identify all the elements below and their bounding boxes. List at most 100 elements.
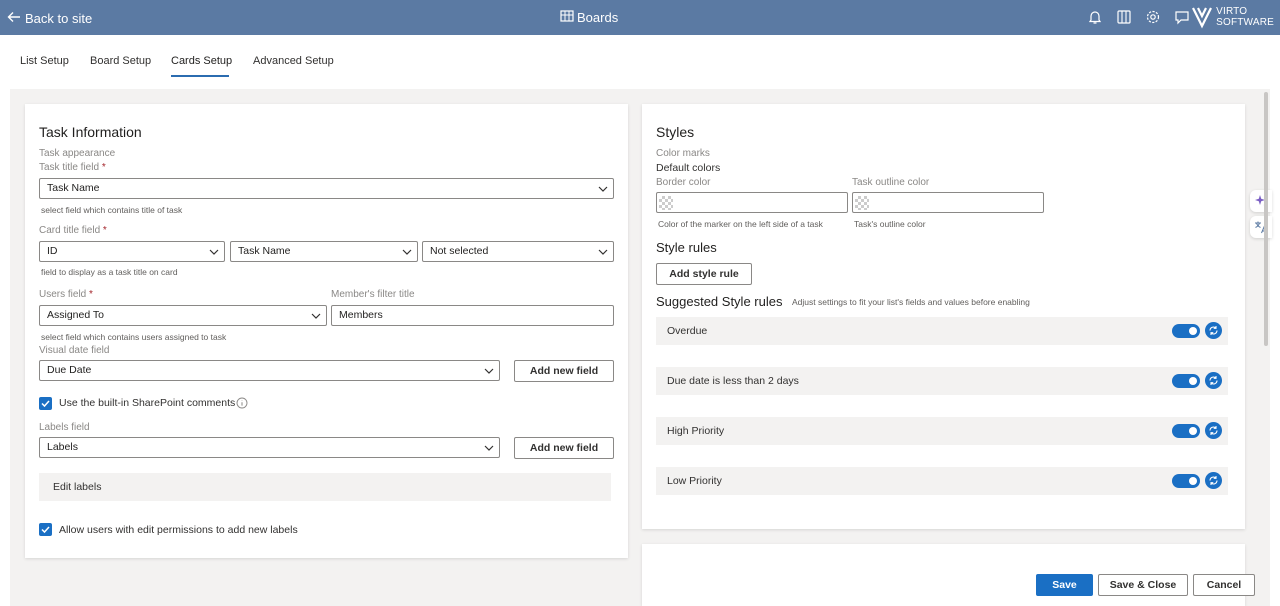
visual-date-field-dropdown[interactable]: Due Date	[39, 360, 500, 381]
border-color-picker[interactable]	[656, 192, 848, 213]
cancel-button[interactable]: Cancel	[1193, 574, 1255, 596]
card-title-field-dropdown-1[interactable]: ID	[39, 241, 225, 262]
back-to-site-link[interactable]: Back to site	[6, 9, 92, 28]
bell-icon[interactable]	[1087, 9, 1103, 25]
style-rule-row: Low Priority	[656, 467, 1228, 495]
ai-assistant-button[interactable]	[1250, 190, 1272, 212]
refresh-icon[interactable]	[1205, 372, 1222, 389]
add-new-labels-field-button[interactable]: Add new field	[514, 437, 614, 459]
suggested-style-rules-title: Suggested Style rules	[656, 294, 783, 309]
refresh-icon[interactable]	[1205, 472, 1222, 489]
translate-button[interactable]	[1250, 216, 1272, 238]
info-icon[interactable]	[236, 397, 248, 409]
transparent-swatch-icon	[855, 196, 869, 210]
card-title-field-value-3: Not selected	[430, 245, 489, 257]
users-field-dropdown[interactable]: Assigned To	[39, 305, 327, 326]
top-bar: Back to site Boards VIRTO SOFTWARE	[0, 0, 1280, 35]
chevron-down-icon	[484, 443, 494, 453]
tab-list-setup[interactable]: List Setup	[20, 55, 69, 67]
setup-tabs: List Setup Board Setup Cards Setup Advan…	[0, 35, 1280, 89]
tab-board-setup[interactable]: Board Setup	[90, 55, 151, 67]
task-title-field-dropdown[interactable]: Task Name	[39, 178, 614, 199]
edit-labels-section[interactable]: Edit labels	[39, 473, 611, 501]
logo-line-2: SOFTWARE	[1216, 17, 1274, 28]
style-rules-title: Style rules	[656, 240, 717, 255]
add-style-rule-button[interactable]: Add style rule	[656, 263, 752, 285]
boards-icon	[560, 9, 574, 26]
style-rule-toggle[interactable]	[1172, 474, 1200, 488]
style-rule-toggle[interactable]	[1172, 324, 1200, 338]
chevron-down-icon	[484, 366, 494, 376]
styles-title: Styles	[656, 124, 695, 140]
checkmark-icon	[41, 400, 50, 408]
active-tab-indicator	[171, 75, 229, 77]
app-title-label: Boards	[577, 10, 619, 25]
style-rule-label: Overdue	[667, 325, 708, 337]
labels-field-value: Labels	[47, 441, 78, 453]
chevron-down-icon	[402, 247, 412, 257]
arrow-left-icon	[6, 9, 22, 28]
style-rule-row: Overdue	[656, 317, 1228, 345]
card-title-field-dropdown-2[interactable]: Task Name	[230, 241, 418, 262]
default-colors-label: Default colors	[656, 162, 721, 174]
card-title-field-value-2: Task Name	[238, 245, 291, 257]
visual-date-field-label: Visual date field	[39, 345, 110, 356]
back-label: Back to site	[25, 11, 93, 26]
outline-color-label: Task outline color	[852, 177, 930, 188]
style-rule-toggle[interactable]	[1172, 424, 1200, 438]
outline-color-picker[interactable]	[852, 192, 1044, 213]
card-title-field-label: Card title field *	[39, 225, 107, 236]
outline-color-hint: Task's outline color	[854, 219, 926, 229]
task-appearance-label: Task appearance	[39, 148, 116, 159]
users-field-hint: select field which contains users assign…	[41, 332, 227, 342]
labels-field-label: Labels field	[39, 422, 90, 433]
add-new-date-field-button[interactable]: Add new field	[514, 360, 614, 382]
sharepoint-comments-checkbox[interactable]	[39, 397, 52, 410]
card-title-field-hint: field to display as a task title on card	[41, 267, 178, 277]
style-rule-row: Due date is less than 2 days	[656, 367, 1228, 395]
gear-icon[interactable]	[1145, 9, 1161, 25]
refresh-icon[interactable]	[1205, 422, 1222, 439]
book-icon[interactable]	[1116, 9, 1132, 25]
users-field-label: Users field *	[39, 289, 93, 300]
virto-logo: VIRTO SOFTWARE	[1191, 5, 1274, 29]
border-color-hint: Color of the marker on the left side of …	[658, 219, 823, 229]
style-rule-label: High Priority	[667, 425, 725, 437]
task-information-panel: Task Information Task appearance Task ti…	[25, 104, 628, 558]
style-rule-label: Due date is less than 2 days	[667, 375, 799, 387]
sharepoint-comments-label: Use the built-in SharePoint comments	[59, 397, 236, 409]
logo-line-1: VIRTO	[1216, 6, 1248, 17]
visual-date-field-value: Due Date	[47, 364, 92, 376]
task-title-field-hint: select field which contains title of tas…	[41, 205, 183, 215]
border-color-label: Border color	[656, 177, 711, 188]
member-filter-input[interactable]: Members	[331, 305, 614, 326]
virto-logo-icon	[1192, 7, 1213, 29]
transparent-swatch-icon	[659, 196, 673, 210]
tab-cards-setup[interactable]: Cards Setup	[171, 55, 232, 67]
style-rule-toggle[interactable]	[1172, 374, 1200, 388]
styles-panel: Styles Color marks Default colors Border…	[642, 104, 1245, 529]
scrollbar[interactable]	[1264, 92, 1268, 346]
content-area: Task Information Task appearance Task ti…	[10, 89, 1270, 606]
member-filter-value: Members	[339, 309, 383, 321]
style-rule-label: Low Priority	[667, 475, 722, 487]
save-button[interactable]: Save	[1036, 574, 1093, 596]
chevron-down-icon	[209, 247, 219, 257]
suggested-style-rules-hint: Adjust settings to fit your list's field…	[792, 297, 1030, 307]
allow-new-labels-checkbox[interactable]	[39, 523, 52, 536]
color-marks-label: Color marks	[656, 148, 710, 159]
chevron-down-icon	[598, 184, 608, 194]
users-field-value: Assigned To	[47, 309, 105, 321]
save-close-button[interactable]: Save & Close	[1098, 574, 1188, 596]
checkmark-icon	[41, 526, 50, 534]
refresh-icon[interactable]	[1205, 322, 1222, 339]
card-title-field-value-1: ID	[47, 245, 58, 257]
style-rule-row: High Priority	[656, 417, 1228, 445]
card-title-field-dropdown-3[interactable]: Not selected	[422, 241, 614, 262]
task-title-field-value: Task Name	[47, 182, 100, 194]
member-filter-label: Member's filter title	[331, 289, 415, 300]
tab-advanced-setup[interactable]: Advanced Setup	[253, 55, 334, 67]
task-information-title: Task Information	[39, 124, 142, 140]
labels-field-dropdown[interactable]: Labels	[39, 437, 500, 458]
chat-icon[interactable]	[1174, 9, 1190, 25]
